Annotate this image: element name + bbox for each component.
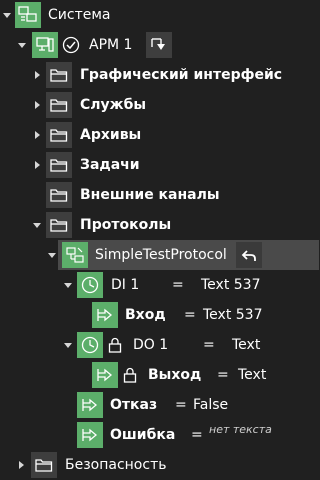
tree-item-error[interactable]: Ошибка = нет текста xyxy=(0,420,319,450)
tree-item-system[interactable]: Система xyxy=(0,0,319,30)
system-icon xyxy=(15,2,41,28)
folder-icon xyxy=(46,182,72,208)
folder-icon xyxy=(46,92,72,118)
tree-item-label: Протоколы xyxy=(80,217,172,233)
tree-item-di1[interactable]: DI 1 = Text 537 xyxy=(0,270,319,300)
output-arrow-icon xyxy=(92,362,118,388)
equals-sign: = xyxy=(203,337,215,353)
workstation-icon xyxy=(32,32,58,58)
expand-arrow-icon[interactable] xyxy=(35,71,40,79)
tree-item-value: нет текста xyxy=(209,423,272,436)
expand-arrow-icon[interactable] xyxy=(33,223,41,228)
equals-sign: = xyxy=(191,427,203,443)
tree-item-services[interactable]: Службы xyxy=(0,90,319,120)
clock-icon xyxy=(77,272,103,298)
tree-item-label: Система xyxy=(48,7,111,23)
folder-icon xyxy=(31,452,57,478)
tree-item-simpletestprotocol[interactable]: SimpleTestProtocol xyxy=(0,240,319,270)
expand-arrow-icon[interactable] xyxy=(18,43,26,48)
tree-item-input[interactable]: Вход = Text 537 xyxy=(0,300,319,330)
expand-arrow-icon[interactable] xyxy=(35,101,40,109)
tree-item-label: Отказ xyxy=(110,397,158,413)
tree-item-label: Безопасность xyxy=(65,457,167,473)
expand-arrow-icon[interactable] xyxy=(35,131,40,139)
tree-item-label: АРМ 1 xyxy=(89,37,133,53)
lock-icon xyxy=(121,366,139,384)
folder-open-icon xyxy=(46,212,72,238)
protocol-icon xyxy=(62,242,88,268)
signal-arrow-icon xyxy=(77,392,103,418)
tree-item-label: Графический интерфейс xyxy=(80,67,283,83)
tree-item-archives[interactable]: Архивы xyxy=(0,120,319,150)
tree-item-value: Text 537 xyxy=(201,277,261,293)
expand-arrow-icon[interactable] xyxy=(64,343,72,348)
tree-item-arm[interactable]: АРМ 1 xyxy=(0,30,319,60)
folder-icon xyxy=(46,62,72,88)
download-action-icon[interactable] xyxy=(146,32,172,58)
equals-sign: = xyxy=(217,367,229,383)
tree-item-output[interactable]: Выход = Text xyxy=(0,360,319,390)
equals-sign: = xyxy=(175,397,187,413)
check-circle-icon xyxy=(62,36,80,54)
tree-item-protocols[interactable]: Протоколы xyxy=(0,210,319,240)
equals-sign: = xyxy=(172,277,184,293)
tree-item-label: DO 1 xyxy=(133,337,169,353)
equals-sign: = xyxy=(184,307,196,323)
expand-arrow-icon[interactable] xyxy=(64,283,72,288)
expand-arrow-icon[interactable] xyxy=(48,253,56,258)
tree-item-label: Выход xyxy=(148,367,202,383)
tree-item-do1[interactable]: DO 1 = Text xyxy=(0,330,319,360)
folder-icon xyxy=(46,122,72,148)
signal-arrow-icon xyxy=(77,422,103,448)
tree-item-label: Архивы xyxy=(80,127,142,143)
clock-icon xyxy=(77,332,103,358)
tree-item-value: Text xyxy=(232,337,261,353)
tree-item-label: Вход xyxy=(125,307,166,323)
tree-item-value: Text 537 xyxy=(203,307,263,323)
tree-item-tasks[interactable]: Задачи xyxy=(0,150,319,180)
folder-icon xyxy=(46,152,72,178)
expand-arrow-icon[interactable] xyxy=(19,461,24,469)
tree-item-label: SimpleTestProtocol xyxy=(95,247,227,263)
tree-item-label: Задачи xyxy=(80,157,140,173)
lock-icon xyxy=(106,336,124,354)
tree-item-security[interactable]: Безопасность xyxy=(0,450,319,480)
expand-arrow-icon[interactable] xyxy=(35,161,40,169)
expand-arrow-icon[interactable] xyxy=(3,13,11,18)
tree-item-label: Ошибка xyxy=(110,427,176,443)
tree-item-gui[interactable]: Графический интерфейс xyxy=(0,60,319,90)
undo-icon[interactable] xyxy=(236,242,262,268)
tree-item-external-channels[interactable]: Внешние каналы xyxy=(0,180,319,210)
tree-item-label: Внешние каналы xyxy=(80,187,220,203)
input-arrow-icon xyxy=(92,302,118,328)
tree-item-value: Text xyxy=(238,367,267,383)
tree-item-label: DI 1 xyxy=(111,277,140,293)
tree-item-label: Службы xyxy=(80,97,147,113)
